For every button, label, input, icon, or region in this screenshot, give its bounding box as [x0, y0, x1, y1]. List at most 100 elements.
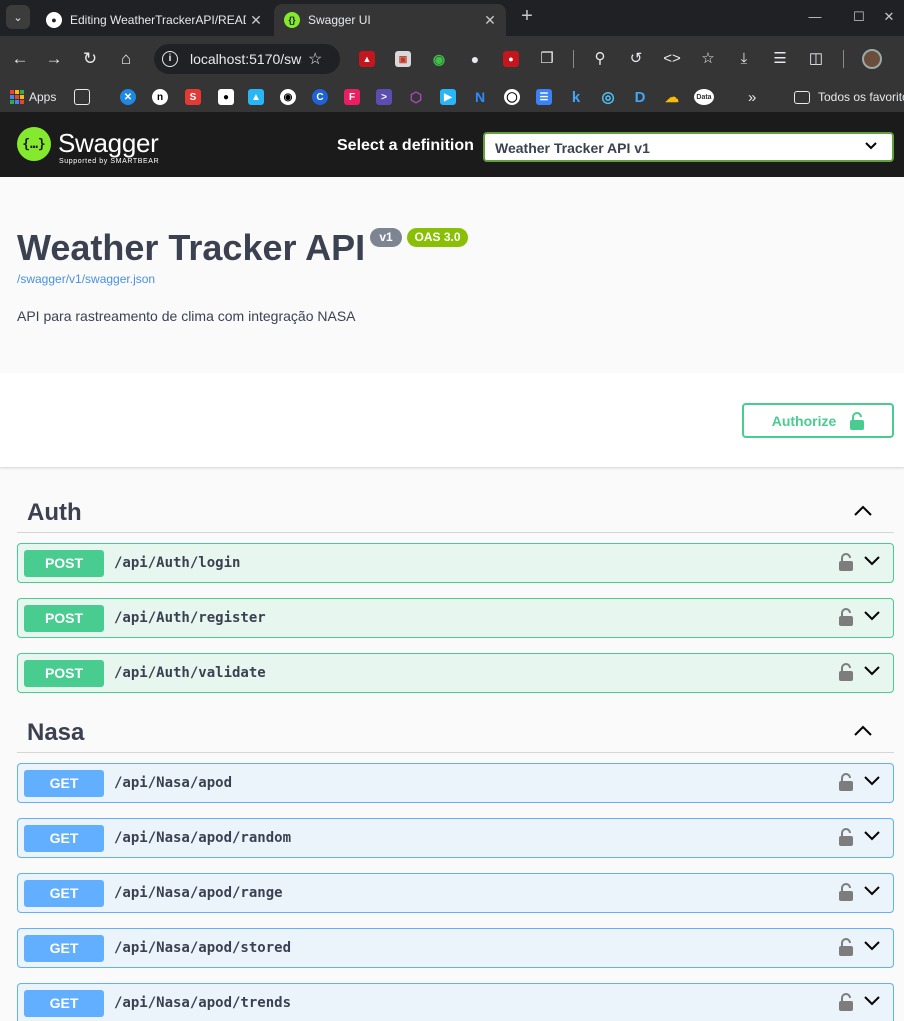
extensions-puzzle-icon[interactable]: ❒: [537, 49, 557, 69]
swagger-brand[interactable]: Swagger: [58, 128, 159, 159]
bookmark-star-icon[interactable]: ☆: [308, 49, 322, 69]
side-panel-icon[interactable]: ◫: [806, 49, 826, 69]
chevron-down-icon[interactable]: [863, 884, 881, 898]
all-bookmarks[interactable]: Todos os favoritos: [818, 88, 904, 106]
operation-path: /api/Nasa/apod/trends: [114, 995, 292, 1011]
method-badge: GET: [24, 935, 104, 962]
f-bookmark-icon[interactable]: F: [344, 89, 360, 105]
tab-github-readme[interactable]: ● Editing WeatherTrackerAPI/README ✕: [36, 4, 272, 36]
favorites-star-icon[interactable]: ☆: [698, 49, 718, 69]
cube-bookmark-icon[interactable]: ⬡: [408, 89, 424, 105]
lock-icon[interactable]: [839, 773, 853, 791]
code-icon[interactable]: <>: [662, 49, 682, 69]
key-icon[interactable]: ⚲: [590, 49, 610, 69]
operation-post-auth-login[interactable]: POST /api/Auth/login: [17, 543, 894, 583]
docs-bookmark-icon[interactable]: ☰: [536, 89, 552, 105]
panda-bookmark-icon[interactable]: ●: [218, 89, 234, 105]
lock-icon[interactable]: [839, 553, 853, 571]
download-icon[interactable]: ⤓: [734, 49, 754, 69]
authorize-button[interactable]: Authorize: [742, 403, 894, 438]
operation-get-nasa-apod-stored[interactable]: GET /api/Nasa/apod/stored: [17, 928, 894, 968]
notion-bookmark-icon[interactable]: n: [152, 89, 168, 105]
profile-avatar[interactable]: [862, 49, 882, 69]
s-bookmark-icon[interactable]: S: [185, 89, 201, 105]
swagger-logo-icon[interactable]: {…}: [17, 127, 51, 161]
operation-post-auth-register[interactable]: POST /api/Auth/register: [17, 598, 894, 638]
translate-icon[interactable]: ☰: [770, 49, 790, 69]
window-close-icon[interactable]: ✕: [874, 6, 904, 28]
arrow-bookmark-icon[interactable]: ▶: [440, 89, 456, 105]
bookmark-apps-label: Apps: [29, 90, 57, 104]
method-badge: GET: [24, 990, 104, 1017]
spec-json-link[interactable]: /swagger/v1/swagger.json: [17, 272, 155, 286]
apps-grid-icon: [10, 90, 24, 104]
definition-select[interactable]: Weather Tracker API v1: [483, 132, 894, 162]
home-icon[interactable]: ⌂: [114, 47, 138, 71]
pdf-extension-icon[interactable]: ▲: [359, 51, 375, 67]
terminal-bookmark-icon[interactable]: >: [376, 89, 392, 105]
reload-icon[interactable]: ↻: [78, 47, 102, 71]
eye-bookmark-icon[interactable]: ◉: [280, 89, 296, 105]
radar-bookmark-icon[interactable]: ◎: [600, 89, 616, 106]
new-tab-plus-icon[interactable]: +: [516, 6, 538, 28]
operation-get-nasa-apod-random[interactable]: GET /api/Nasa/apod/random: [17, 818, 894, 858]
grid-bookmark-icon[interactable]: [74, 89, 90, 105]
close-icon[interactable]: ✕: [246, 12, 266, 29]
chevron-down-icon[interactable]: [863, 939, 881, 953]
address-bar[interactable]: i localhost:5170/swagger/index.html ☆: [154, 44, 340, 74]
chevron-up-icon[interactable]: [852, 503, 874, 519]
c-bookmark-icon[interactable]: C: [312, 89, 328, 105]
minimize-icon[interactable]: —: [800, 6, 830, 28]
k-bookmark-icon[interactable]: k: [568, 89, 584, 106]
chevron-down-icon[interactable]: [863, 609, 881, 623]
github-icon: ●: [46, 12, 62, 28]
chevron-down-icon[interactable]: [863, 829, 881, 843]
address-url[interactable]: localhost:5170/swagger/index.html: [190, 51, 302, 67]
chevron-down-icon[interactable]: [863, 664, 881, 678]
maximize-icon[interactable]: ☐: [844, 6, 874, 28]
method-badge: POST: [24, 550, 104, 577]
chevron-up-icon[interactable]: [852, 723, 874, 739]
tab-swagger-ui[interactable]: {} Swagger UI ✕: [274, 4, 506, 36]
globe-bookmark-icon[interactable]: ◯: [504, 89, 520, 105]
operation-get-nasa-apod[interactable]: GET /api/Nasa/apod: [17, 763, 894, 803]
operation-get-nasa-apod-range[interactable]: GET /api/Nasa/apod/range: [17, 873, 894, 913]
operation-post-auth-validate[interactable]: POST /api/Auth/validate: [17, 653, 894, 693]
lock-icon[interactable]: [839, 883, 853, 901]
chevron-down-icon[interactable]: [863, 554, 881, 568]
lock-icon[interactable]: [839, 828, 853, 846]
tab-title: Swagger UI: [308, 13, 371, 27]
tag-nasa[interactable]: Nasa: [17, 713, 894, 753]
eye-extension-icon[interactable]: ◉: [431, 51, 447, 67]
version-badge: v1: [370, 228, 402, 247]
data-bookmark-icon[interactable]: Data: [694, 89, 714, 105]
forward-arrow-icon[interactable]: →: [42, 47, 66, 71]
back-arrow-icon[interactable]: ←: [8, 47, 32, 71]
screenshot-extension-icon[interactable]: ▣: [395, 51, 411, 67]
chevron-down-icon[interactable]: [863, 774, 881, 788]
history-icon[interactable]: ↺: [626, 49, 646, 69]
cookie-extension-icon[interactable]: ●: [467, 51, 483, 67]
bookmark-apps[interactable]: Apps: [10, 88, 56, 106]
cloud-bookmark-icon[interactable]: ▲: [248, 89, 264, 105]
lock-icon[interactable]: [839, 993, 853, 1011]
close-icon[interactable]: ✕: [480, 12, 500, 29]
n-bookmark-icon[interactable]: N: [472, 89, 488, 105]
lock-icon[interactable]: [839, 938, 853, 956]
site-info-icon[interactable]: i: [162, 51, 178, 67]
operation-path: /api/Nasa/apod/stored: [114, 940, 292, 956]
chevron-down-icon: [864, 138, 878, 154]
operation-get-nasa-apod-trends[interactable]: GET /api/Nasa/apod/trends: [17, 983, 894, 1021]
google-cloud-bookmark-icon[interactable]: ☁: [664, 89, 680, 105]
swagger-icon: {}: [284, 12, 300, 28]
tag-auth[interactable]: Auth: [17, 493, 894, 533]
x-bookmark-icon[interactable]: ✕: [120, 89, 136, 105]
bookmarks-overflow-icon[interactable]: »: [748, 88, 756, 106]
lock-icon[interactable]: [839, 608, 853, 626]
screen-recorder-extension-icon[interactable]: ●: [503, 51, 519, 67]
d-bookmark-icon[interactable]: D: [632, 89, 648, 106]
lock-icon[interactable]: [839, 663, 853, 681]
chevron-down-icon[interactable]: [863, 994, 881, 1008]
tab-search-chevron-icon[interactable]: ⌄: [6, 5, 30, 29]
method-badge: GET: [24, 825, 104, 852]
